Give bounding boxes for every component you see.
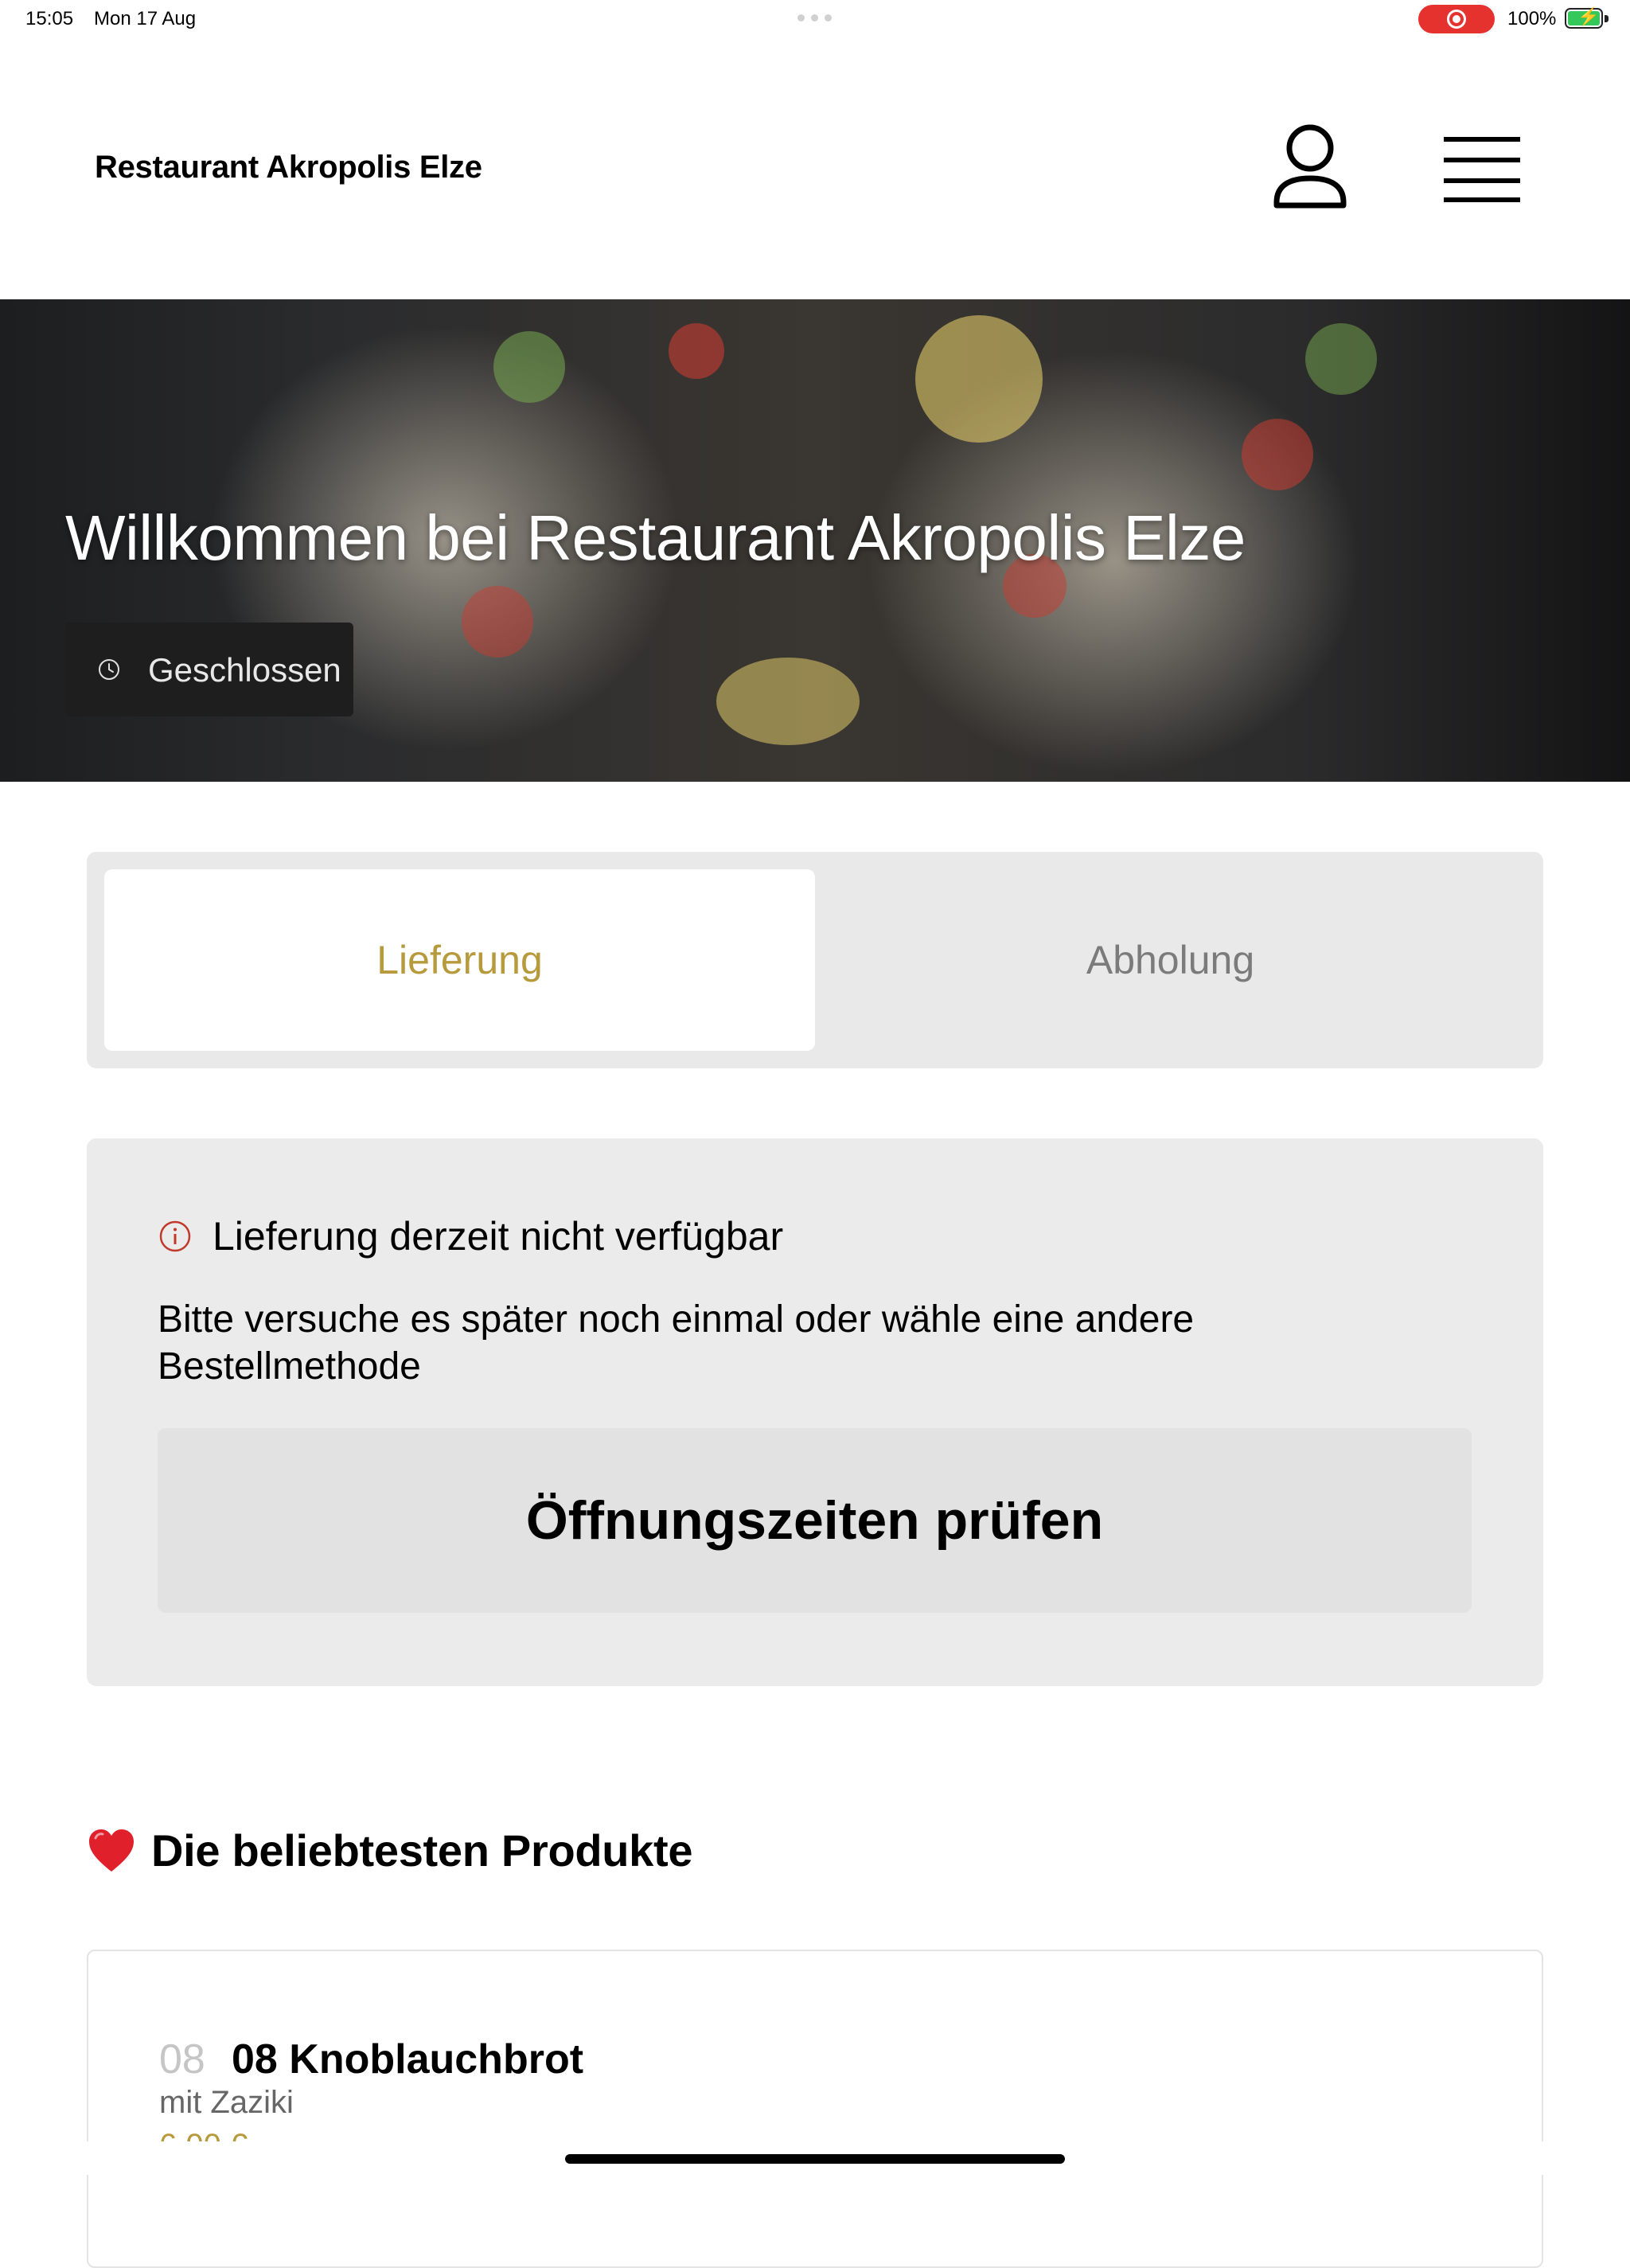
check-opening-hours-button[interactable]: Öffnungszeiten prüfen — [158, 1428, 1472, 1613]
section-title: Die beliebtesten Produkte — [151, 1825, 693, 1876]
status-bar: 15:05 Mon 17 Aug 100% ⚡ — [0, 0, 1630, 38]
hero-food-decoration — [716, 658, 860, 745]
screen-record-icon[interactable] — [1418, 5, 1495, 33]
menu-icon[interactable] — [1442, 135, 1522, 202]
delivery-unavailable-notice: Lieferung derzeit nicht verfügbar Bitte … — [87, 1138, 1543, 1686]
hero-food-decoration — [669, 323, 724, 379]
product-name: 08 Knoblauchbrot — [232, 2036, 584, 2083]
product-card[interactable]: 08 08 Knoblauchbrot mit Zaziki 6,00 € — [87, 1950, 1543, 2268]
status-time: 15:05 — [25, 8, 74, 29]
opening-status-badge: Geschlossen — [65, 623, 353, 716]
battery-percentage: 100% — [1507, 8, 1557, 29]
info-icon — [159, 1220, 191, 1252]
app-header: Restaurant Akropolis Elze — [0, 38, 1630, 299]
hero-title: Willkommen bei Restaurant Akropolis Elze — [65, 502, 1246, 573]
app-title[interactable]: Restaurant Akropolis Elze — [95, 150, 482, 185]
notice-text: Bitte versuche es später noch einmal ode… — [158, 1298, 1195, 1388]
product-number: 08 — [159, 2036, 205, 2083]
notice-title: Lieferung derzeit nicht verfügbar — [213, 1214, 784, 1259]
home-indicator[interactable] — [565, 2154, 1065, 2164]
order-method-tabs: Lieferung Abholung — [87, 852, 1543, 1068]
tab-lieferung[interactable]: Lieferung — [104, 869, 815, 1051]
multitasking-dots-icon[interactable] — [797, 14, 832, 21]
clock-icon — [99, 659, 119, 680]
hero-banner: Willkommen bei Restaurant Akropolis Elze… — [0, 299, 1630, 782]
hero-food-decoration — [1305, 323, 1377, 395]
user-icon[interactable] — [1272, 123, 1348, 212]
popular-products-heading: Die beliebtesten Produkte — [88, 1825, 693, 1876]
product-description: mit Zaziki — [159, 2085, 294, 2120]
hero-food-decoration — [462, 586, 533, 658]
status-date: Mon 17 Aug — [94, 8, 197, 29]
opening-status-label: Geschlossen — [148, 651, 341, 689]
hero-food-decoration — [493, 331, 565, 403]
tab-abholung[interactable]: Abholung — [815, 869, 1526, 1051]
heart-icon — [89, 1829, 134, 1872]
battery-charging-icon: ⚡ — [1565, 6, 1609, 29]
hero-food-decoration — [1242, 419, 1313, 490]
hero-food-decoration — [915, 315, 1043, 443]
